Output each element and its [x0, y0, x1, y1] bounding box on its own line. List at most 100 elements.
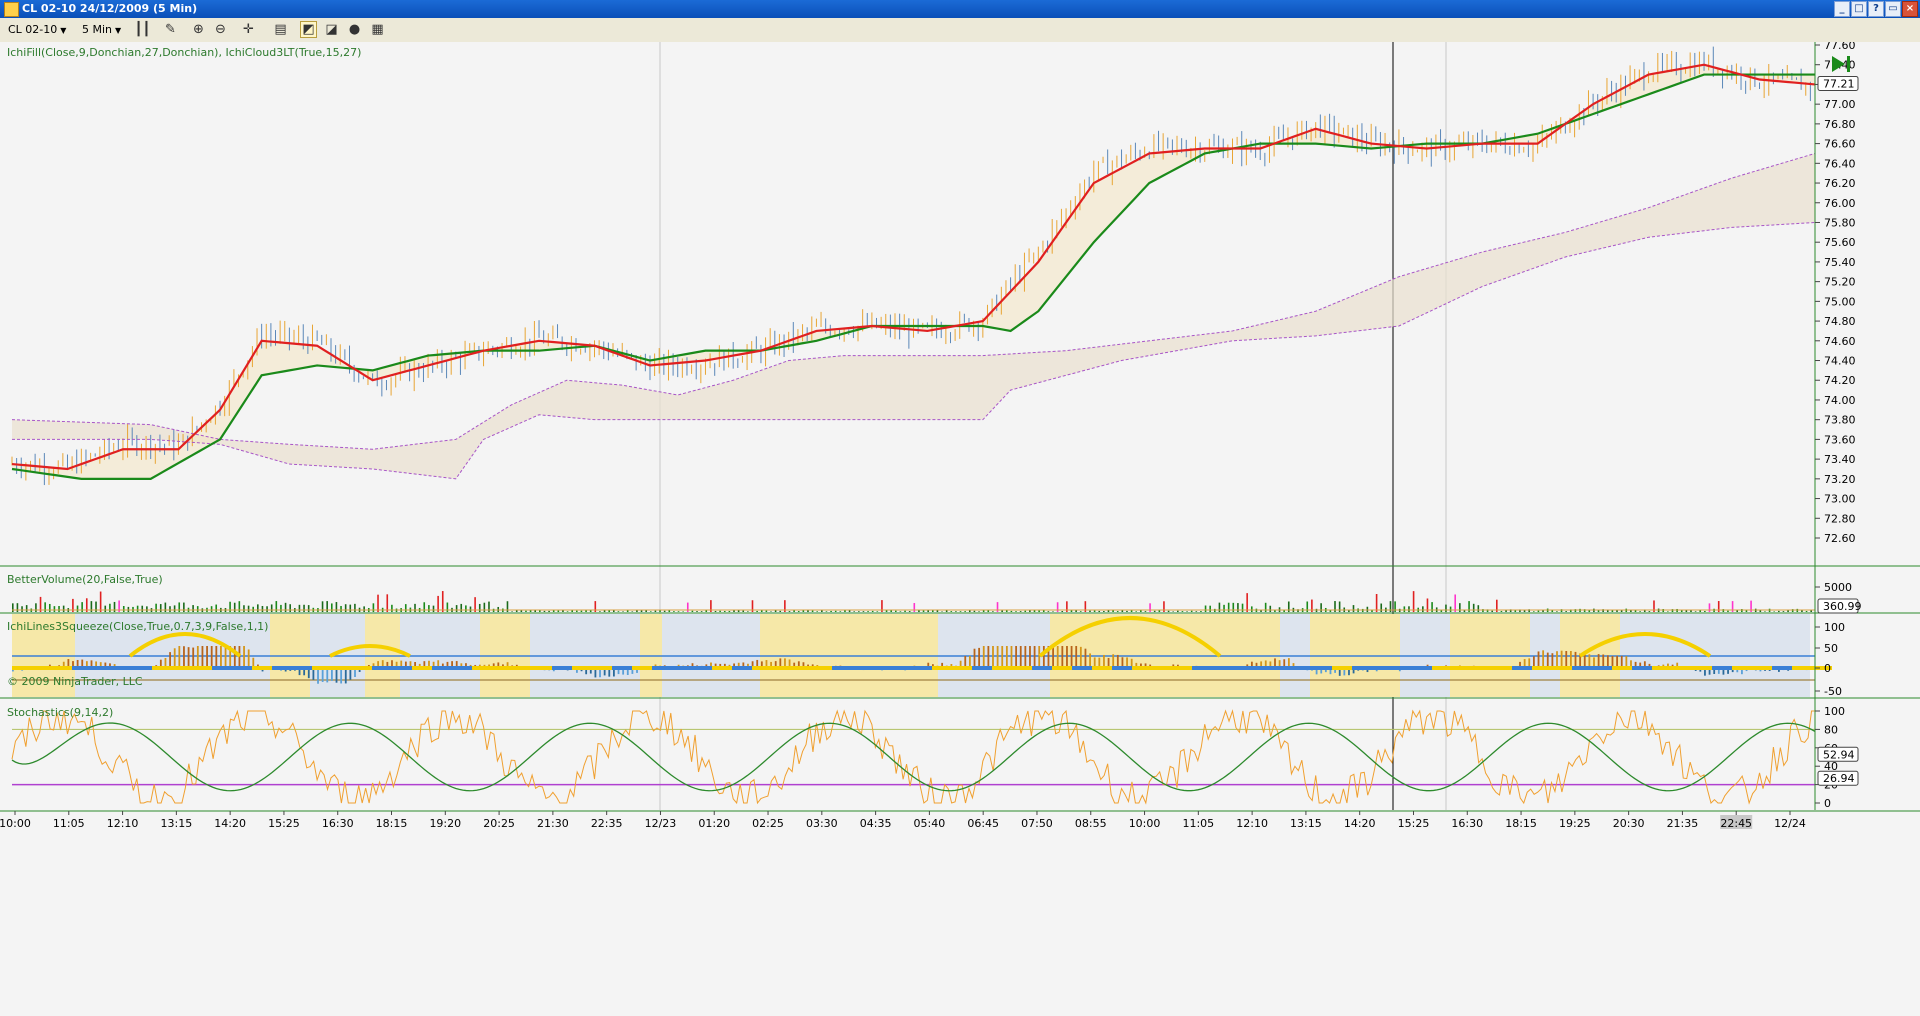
- volume-bar: [1454, 594, 1456, 612]
- volume-bar: [534, 610, 537, 612]
- squeeze-histogram-bar: [1089, 653, 1091, 668]
- volume-bar: [1209, 605, 1211, 612]
- volume-bar: [196, 606, 199, 612]
- squeeze-zero-segment: [172, 666, 192, 670]
- squeeze-zero-segment: [1072, 666, 1092, 670]
- squeeze-zero-segment: [472, 666, 492, 670]
- price-tick-label: 73.80: [1824, 414, 1856, 427]
- volume-bar: [1764, 611, 1766, 612]
- volume-bar: [511, 611, 513, 612]
- volume-bar: [733, 610, 735, 612]
- time-label: 20:30: [1613, 817, 1645, 830]
- zoom-out-icon[interactable]: ⊖: [212, 21, 229, 38]
- volume-bar: [1667, 611, 1669, 612]
- volume-bar: [1153, 610, 1156, 612]
- interval-selector[interactable]: 5 Min ▼: [82, 21, 121, 38]
- data-box-icon[interactable]: ▦: [369, 21, 386, 38]
- window-title: CL 02-10 24/12/2009 (5 Min): [22, 2, 198, 15]
- volume-bar: [146, 606, 148, 612]
- volume-bar: [58, 606, 60, 612]
- bar-type-icon[interactable]: ┃┃: [134, 21, 151, 38]
- volume-bar: [16, 603, 19, 612]
- chart-canvas[interactable]: 77.6077.4077.2077.0076.8076.6076.4076.20…: [0, 42, 1920, 1016]
- volume-bar: [705, 610, 708, 612]
- volume-bar: [257, 604, 259, 612]
- squeeze-zero-segment: [1732, 666, 1752, 670]
- volume-bar: [307, 605, 310, 612]
- volume-bar: [349, 604, 352, 612]
- squeeze-zero-segment: [512, 666, 532, 670]
- crosshair-icon[interactable]: ✛: [240, 21, 257, 38]
- volume-bar: [1639, 611, 1641, 612]
- volume-bar: [1704, 610, 1706, 612]
- squeeze-zero-segment: [412, 666, 432, 670]
- volume-bar: [1227, 602, 1230, 612]
- record-icon[interactable]: ●: [346, 21, 363, 38]
- maximize-button[interactable]: ▭: [1885, 1, 1901, 17]
- indicators-icon[interactable]: ◩: [300, 21, 317, 38]
- volume-bar: [566, 611, 569, 612]
- strategies-icon[interactable]: ◪: [323, 21, 340, 38]
- squeeze-histogram-bar: [1574, 651, 1577, 668]
- volume-bar: [243, 605, 245, 612]
- squeeze-zero-segment: [732, 666, 752, 670]
- volume-bar: [613, 610, 615, 612]
- volume-bar: [1514, 610, 1517, 612]
- price-tick-label: 75.20: [1824, 276, 1856, 289]
- app-icon: [4, 2, 19, 17]
- volume-bar: [1056, 602, 1059, 612]
- volume-bar: [335, 602, 338, 612]
- properties-icon[interactable]: ▤: [272, 21, 289, 38]
- price-tick-label: 72.60: [1824, 532, 1856, 545]
- help-button[interactable]: ?: [1868, 1, 1884, 17]
- volume-bar: [1269, 605, 1272, 612]
- squeeze-zero-segment: [1632, 666, 1652, 670]
- volume-bar: [354, 603, 356, 612]
- chart-toolbar: CL 02-10 ▼ 5 Min ▼ ┃┃ ✎ ⊕ ⊖ ✛ ▤ ◩ ◪ ● ▦: [0, 18, 1920, 43]
- squeeze-zero-segment: [1572, 666, 1592, 670]
- volume-bar: [797, 611, 800, 612]
- volume-bar: [830, 610, 832, 612]
- squeeze-zero-segment: [1672, 666, 1692, 670]
- time-label: 10:00: [1129, 817, 1161, 830]
- time-label: 11:05: [1182, 817, 1214, 830]
- squeeze-histogram-bar: [1005, 646, 1008, 668]
- squeeze-histogram-bar: [1560, 650, 1563, 668]
- time-label: 20:25: [483, 817, 515, 830]
- squeeze-histogram-bar: [201, 646, 204, 668]
- volume-bar: [1537, 610, 1540, 612]
- time-label: 16:30: [1451, 817, 1483, 830]
- zoom-in-icon[interactable]: ⊕: [190, 21, 207, 38]
- volume-bar: [1403, 606, 1406, 612]
- time-label: 11:05: [53, 817, 85, 830]
- squeeze-zero-segment: [1232, 666, 1252, 670]
- instrument-selector[interactable]: CL 02-10 ▼: [8, 21, 66, 38]
- time-label: 12:10: [1236, 817, 1268, 830]
- squeeze-histogram-bar: [224, 646, 227, 668]
- volume-bar: [964, 611, 966, 612]
- squeeze-histogram-bar: [321, 668, 324, 682]
- volume-bar: [1588, 610, 1591, 612]
- volume-bar: [1662, 609, 1665, 612]
- volume-bar: [1038, 610, 1040, 612]
- volume-bar: [599, 611, 601, 612]
- close-button[interactable]: ×: [1902, 1, 1918, 17]
- volume-bar: [1375, 593, 1378, 612]
- volume-bar: [862, 611, 865, 612]
- volume-bar: [497, 606, 500, 612]
- minimize-button[interactable]: _: [1834, 1, 1850, 17]
- squeeze-zero-segment: [612, 666, 632, 670]
- squeeze-histogram-bar: [1033, 646, 1036, 668]
- volume-bar: [580, 610, 583, 612]
- squeeze-zero-segment: [292, 666, 312, 670]
- window-titlebar: CL 02-10 24/12/2009 (5 Min) _ □ ? ▭ ×: [0, 0, 1920, 18]
- volume-bar: [895, 610, 897, 612]
- volume-bar: [109, 603, 111, 612]
- volume-last-badge: 360.99: [1823, 600, 1862, 613]
- volume-bar: [719, 610, 721, 612]
- squeeze-histogram-bar: [982, 646, 985, 668]
- price-tick-label: 74.40: [1824, 355, 1856, 368]
- drawing-pen-icon[interactable]: ✎: [162, 21, 179, 38]
- restore-button[interactable]: □: [1851, 1, 1867, 17]
- volume-bar: [247, 605, 250, 612]
